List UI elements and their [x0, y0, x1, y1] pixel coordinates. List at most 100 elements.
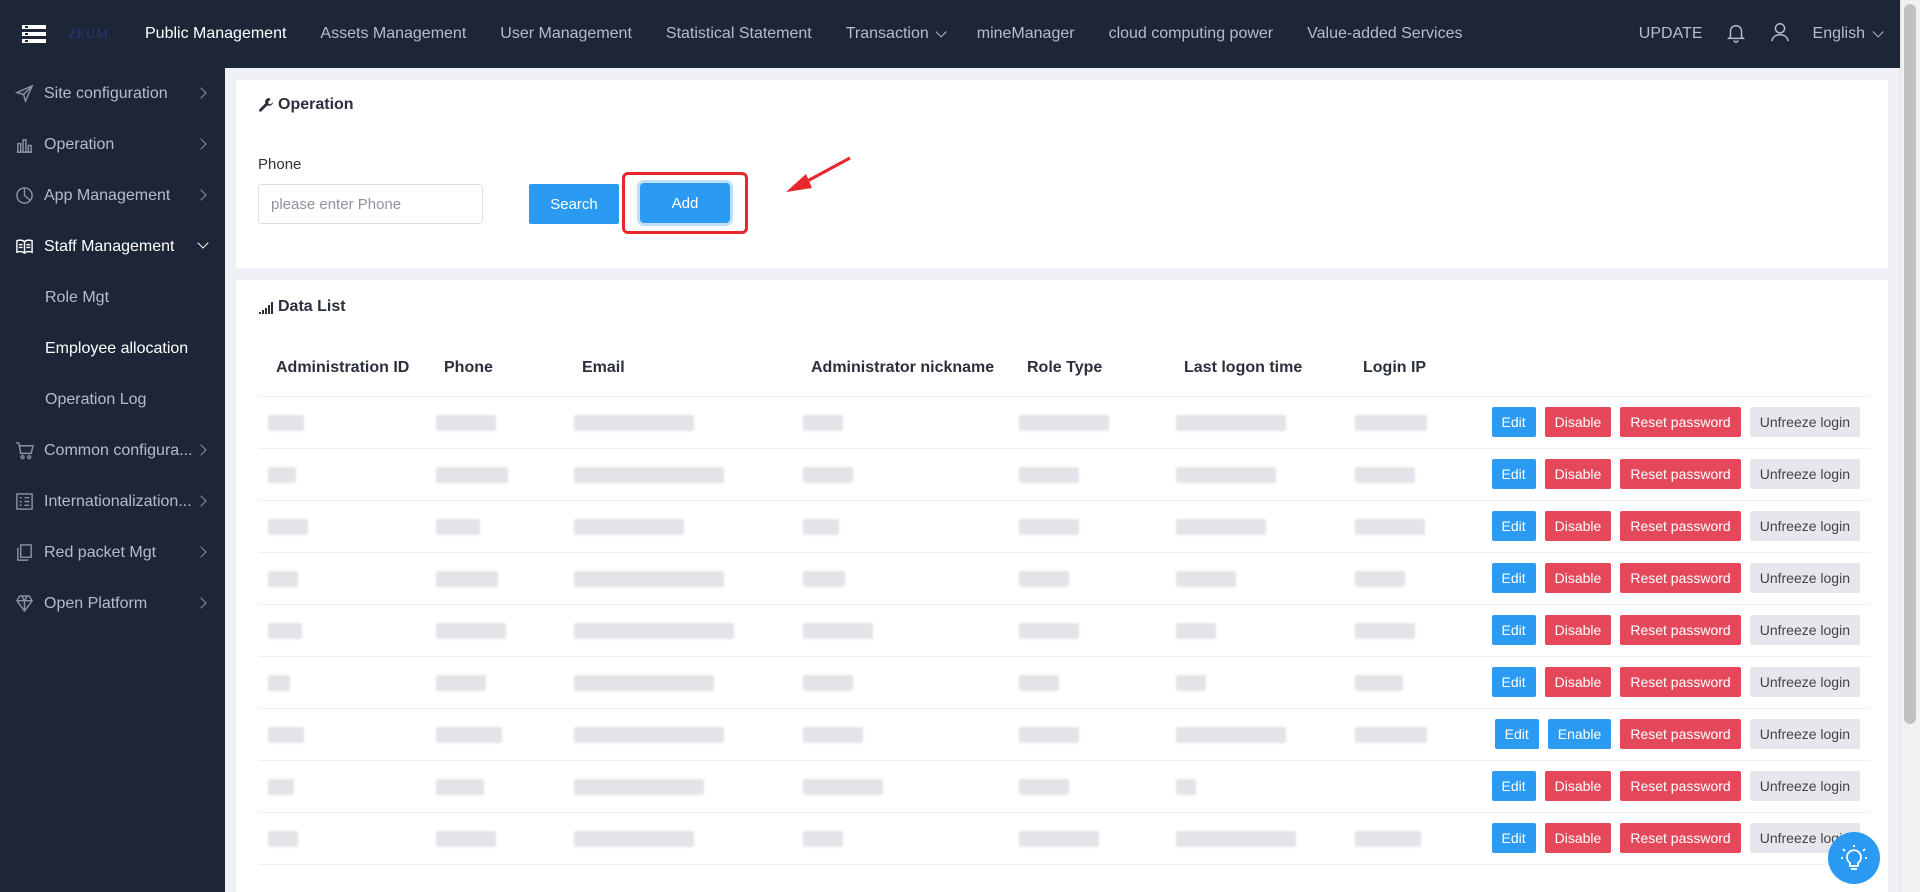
nav-statistical-statement[interactable]: Statistical Statement	[649, 0, 829, 68]
unfreeze-login-button[interactable]: Unfreeze login	[1749, 459, 1860, 489]
unfreeze-login-button[interactable]: Unfreeze login	[1749, 615, 1860, 645]
reset-password-button[interactable]: Reset password	[1620, 563, 1741, 593]
reset-password-button[interactable]: Reset password	[1620, 771, 1741, 801]
column-header-last-logon-time[interactable]: Last logon time	[1166, 340, 1345, 397]
table-cell	[1345, 656, 1463, 709]
sidebar-subitem-employee-allocation[interactable]: Employee allocation	[0, 323, 225, 374]
user-icon[interactable]	[1769, 21, 1791, 48]
wrench-icon	[259, 98, 273, 112]
column-header-email[interactable]: Email	[564, 340, 793, 397]
reset-password-button[interactable]: Reset password	[1620, 667, 1741, 697]
reset-password-button[interactable]: Reset password	[1620, 719, 1741, 749]
unfreeze-login-button[interactable]: Unfreeze login	[1749, 511, 1860, 541]
chevron-right-icon	[195, 444, 207, 456]
table-cell	[1166, 656, 1345, 709]
unfreeze-login-button[interactable]: Unfreeze login	[1749, 563, 1860, 593]
table-cell	[426, 396, 564, 449]
table-cell	[1345, 760, 1463, 813]
row-actions: Edit Disable Reset password Unfreeze login	[1463, 760, 1870, 813]
edit-button[interactable]: Edit	[1491, 823, 1536, 853]
unfreeze-login-button[interactable]: Unfreeze login	[1749, 771, 1860, 801]
table-cell	[793, 604, 1009, 657]
reset-password-button[interactable]: Reset password	[1620, 511, 1741, 541]
disable-button[interactable]: Disable	[1544, 823, 1612, 853]
redacted-value	[436, 518, 480, 535]
table-cell	[1009, 552, 1166, 605]
sidebar-item-staff-management[interactable]: Staff Management	[0, 221, 225, 272]
reset-password-button[interactable]: Reset password	[1620, 407, 1741, 437]
unfreeze-login-button[interactable]: Unfreeze login	[1749, 719, 1860, 749]
nav-cloud-computing-power[interactable]: cloud computing power	[1092, 0, 1291, 68]
sidebar-item-operation[interactable]: Operation	[0, 119, 225, 170]
chevron-down-icon	[197, 237, 209, 249]
disable-button[interactable]: Disable	[1544, 563, 1612, 593]
redacted-value	[1176, 622, 1216, 639]
unfreeze-login-button[interactable]: Unfreeze login	[1749, 667, 1860, 697]
menu-toggle-icon[interactable]	[0, 0, 68, 68]
sidebar-item-open-platform[interactable]: Open Platform	[0, 578, 225, 629]
edit-button[interactable]: Edit	[1491, 407, 1536, 437]
signal-bars-icon	[259, 302, 273, 314]
edit-button[interactable]: Edit	[1494, 719, 1539, 749]
reset-password-button[interactable]: Reset password	[1620, 823, 1741, 853]
redacted-value	[268, 778, 294, 795]
column-header-administration-id[interactable]: Administration ID	[258, 340, 426, 397]
column-header-role-type[interactable]: Role Type	[1009, 340, 1166, 397]
disable-button[interactable]: Disable	[1544, 771, 1612, 801]
redacted-value	[1019, 726, 1079, 743]
search-button[interactable]: Search	[529, 184, 619, 224]
nav-public-management[interactable]: Public Management	[128, 0, 303, 68]
table-cell	[258, 708, 426, 761]
sidebar-item-app-management[interactable]: App Management	[0, 170, 225, 221]
edit-button[interactable]: Edit	[1491, 667, 1536, 697]
reset-password-button[interactable]: Reset password	[1620, 615, 1741, 645]
unfreeze-login-button[interactable]: Unfreeze login	[1749, 407, 1860, 437]
disable-button[interactable]: Disable	[1544, 615, 1612, 645]
sidebar-subitem-operation-log[interactable]: Operation Log	[0, 374, 225, 425]
disable-button[interactable]: Disable	[1544, 407, 1612, 437]
help-lightbulb-button[interactable]	[1828, 832, 1880, 884]
disable-button[interactable]: Disable	[1544, 667, 1612, 697]
add-button[interactable]: Add	[640, 183, 730, 223]
redacted-value	[803, 830, 843, 847]
sidebar-item-site-configuration[interactable]: Site configuration	[0, 68, 225, 119]
sidebar-subitem-role-mgt[interactable]: Role Mgt	[0, 272, 225, 323]
disable-button[interactable]: Disable	[1544, 511, 1612, 541]
table-cell	[793, 500, 1009, 553]
book-icon	[14, 237, 34, 257]
update-link[interactable]: UPDATE	[1639, 25, 1703, 43]
phone-search-input[interactable]	[258, 184, 483, 224]
table-cell	[1345, 604, 1463, 657]
column-header-login-ip[interactable]: Login IP	[1345, 340, 1463, 397]
row-actions: Edit Disable Reset password Unfreeze login	[1463, 396, 1870, 449]
chevron-right-icon	[195, 546, 207, 558]
redacted-value	[803, 674, 853, 691]
scrollbar-thumb[interactable]	[1904, 4, 1916, 724]
column-header-phone[interactable]: Phone	[426, 340, 564, 397]
grid-icon	[14, 492, 34, 512]
sidebar-item-internationalization[interactable]: Internationalization...	[0, 476, 225, 527]
column-header-administrator-nickname[interactable]: Administrator nickname	[793, 340, 1009, 397]
edit-button[interactable]: Edit	[1491, 771, 1536, 801]
disable-button[interactable]: Disable	[1544, 459, 1612, 489]
table-row: Edit Disable Reset password Unfreeze login	[258, 552, 1870, 605]
table-cell	[564, 812, 793, 865]
nav-assets-management[interactable]: Assets Management	[303, 0, 483, 68]
row-actions: Edit Disable Reset password Unfreeze login	[1463, 812, 1870, 865]
edit-button[interactable]: Edit	[1491, 615, 1536, 645]
bell-icon[interactable]	[1725, 21, 1747, 48]
sidebar-item-red-packet-mgt[interactable]: Red packet Mgt	[0, 527, 225, 578]
edit-button[interactable]: Edit	[1491, 459, 1536, 489]
language-selector[interactable]: English	[1813, 25, 1884, 43]
reset-password-button[interactable]: Reset password	[1620, 459, 1741, 489]
sidebar-item-common-configuration[interactable]: Common configura...	[0, 425, 225, 476]
page-scrollbar[interactable]	[1900, 0, 1920, 892]
nav-value-added-services[interactable]: Value-added Services	[1290, 0, 1479, 68]
nav-user-management[interactable]: User Management	[483, 0, 649, 68]
edit-button[interactable]: Edit	[1491, 563, 1536, 593]
nav-mine-manager[interactable]: mineManager	[960, 0, 1092, 68]
enable-button[interactable]: Enable	[1547, 719, 1612, 749]
edit-button[interactable]: Edit	[1491, 511, 1536, 541]
chevron-down-icon	[935, 26, 947, 38]
nav-transaction[interactable]: Transaction	[829, 0, 960, 68]
